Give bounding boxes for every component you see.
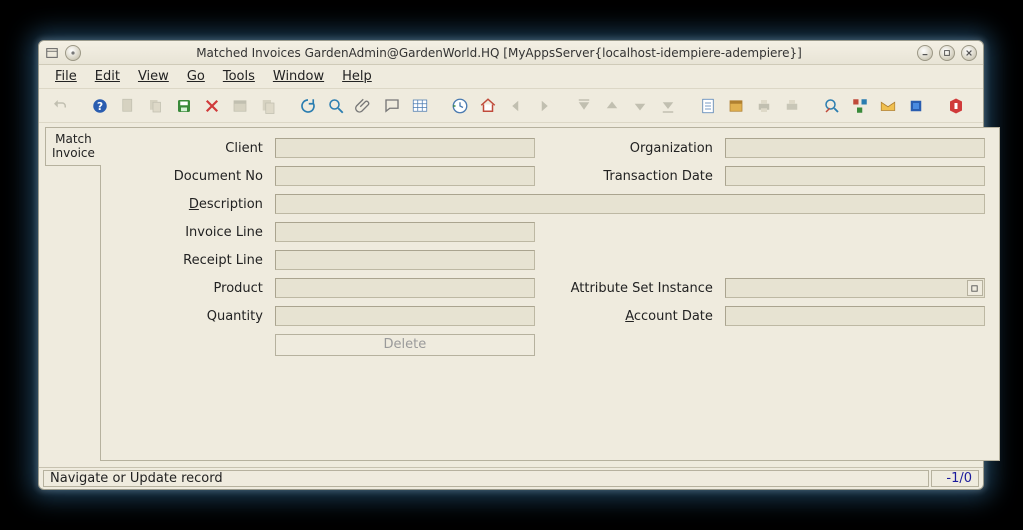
titlebar: Matched Invoices GardenAdmin@GardenWorld… — [39, 41, 983, 65]
grid-toggle-icon[interactable] — [409, 95, 431, 117]
menu-file-label: File — [55, 69, 77, 84]
print-icon[interactable] — [753, 95, 775, 117]
prev-record-icon[interactable] — [601, 95, 623, 117]
menu-window[interactable]: Window — [265, 67, 332, 86]
menu-edit[interactable]: Edit — [87, 67, 128, 86]
product-label: Product — [115, 281, 265, 296]
toolbar: ? — [39, 89, 983, 123]
menubar: File Edit View Go Tools Window Help — [39, 65, 983, 89]
requery-icon[interactable] — [229, 95, 251, 117]
request-icon[interactable] — [877, 95, 899, 117]
save-icon[interactable] — [173, 95, 195, 117]
delete-button[interactable]: Delete — [275, 334, 535, 356]
chat-icon[interactable] — [381, 95, 403, 117]
delete-button-label: Delete — [384, 337, 427, 352]
record-counter: -1/0 — [931, 470, 979, 487]
archive-icon[interactable] — [725, 95, 747, 117]
window-title: Matched Invoices GardenAdmin@GardenWorld… — [87, 46, 911, 60]
menu-go-label: Go — [187, 69, 205, 84]
nav-back-icon[interactable] — [505, 95, 527, 117]
next-record-icon[interactable] — [629, 95, 651, 117]
tab-column: Match Invoice — [45, 127, 101, 461]
exit-icon[interactable] — [945, 95, 967, 117]
accountdate-field[interactable] — [725, 306, 985, 326]
transactiondate-label: Transaction Date — [545, 169, 715, 184]
client-label: Client — [115, 141, 265, 156]
home-icon[interactable] — [477, 95, 499, 117]
menu-tools-label: Tools — [223, 69, 255, 84]
quantity-label: Quantity — [115, 309, 265, 324]
content-area: Match Invoice Client Organization Docume… — [39, 123, 983, 467]
window-menu-icon[interactable] — [45, 46, 59, 60]
tab-label: Match Invoice — [52, 132, 95, 160]
svg-text:?: ? — [97, 100, 103, 112]
organization-label: Organization — [545, 141, 715, 156]
report-icon[interactable] — [697, 95, 719, 117]
description-label: Description — [115, 197, 265, 212]
menu-window-label: Window — [273, 69, 324, 84]
refresh-icon[interactable] — [297, 95, 319, 117]
workflow-icon[interactable] — [849, 95, 871, 117]
receiptline-label: Receipt Line — [115, 253, 265, 268]
menu-file[interactable]: File — [47, 67, 85, 86]
nav-forward-icon[interactable] — [533, 95, 555, 117]
quantity-field[interactable] — [275, 306, 535, 326]
tab-match-invoice[interactable]: Match Invoice — [45, 127, 101, 166]
client-field[interactable] — [275, 138, 535, 158]
form-panel: Client Organization Document No Transact… — [100, 127, 1000, 461]
menu-edit-label: Edit — [95, 69, 120, 84]
menu-view[interactable]: View — [130, 67, 177, 86]
window-sticky-button[interactable] — [65, 45, 81, 61]
invoiceline-field[interactable] — [275, 222, 535, 242]
statusbar: Navigate or Update record -1/0 — [39, 467, 983, 489]
menu-tools[interactable]: Tools — [215, 67, 263, 86]
history-icon[interactable] — [449, 95, 471, 117]
product-info-icon[interactable] — [905, 95, 927, 117]
attrsetinstance-label: Attribute Set Instance — [545, 281, 715, 296]
app-window: Matched Invoices GardenAdmin@GardenWorld… — [38, 40, 984, 490]
description-field[interactable] — [275, 194, 985, 214]
menu-view-label: View — [138, 69, 169, 84]
print-preview-icon[interactable] — [257, 95, 279, 117]
help-icon[interactable]: ? — [89, 95, 111, 117]
first-record-icon[interactable] — [573, 95, 595, 117]
status-message: Navigate or Update record — [43, 470, 929, 487]
receiptline-field[interactable] — [275, 250, 535, 270]
menu-help-label: Help — [342, 69, 372, 84]
find-icon[interactable] — [325, 95, 347, 117]
organization-field[interactable] — [725, 138, 985, 158]
copy-icon[interactable] — [145, 95, 167, 117]
zoom-across-icon[interactable] — [821, 95, 843, 117]
attachment-icon[interactable] — [353, 95, 375, 117]
close-button[interactable] — [961, 45, 977, 61]
minimize-button[interactable] — [917, 45, 933, 61]
documentno-field[interactable] — [275, 166, 535, 186]
new-icon[interactable] — [117, 95, 139, 117]
attrsetinstance-field[interactable] — [725, 278, 985, 298]
maximize-button[interactable] — [939, 45, 955, 61]
menu-go[interactable]: Go — [179, 67, 213, 86]
attrsetinstance-button-icon[interactable] — [967, 280, 983, 296]
product-field[interactable] — [275, 278, 535, 298]
invoiceline-label: Invoice Line — [115, 225, 265, 240]
printer2-icon[interactable] — [781, 95, 803, 117]
documentno-label: Document No — [115, 169, 265, 184]
accountdate-label: Account Date — [545, 309, 715, 324]
undo-icon[interactable] — [49, 95, 71, 117]
transactiondate-field[interactable] — [725, 166, 985, 186]
delete-icon[interactable] — [201, 95, 223, 117]
menu-help[interactable]: Help — [334, 67, 380, 86]
last-record-icon[interactable] — [657, 95, 679, 117]
